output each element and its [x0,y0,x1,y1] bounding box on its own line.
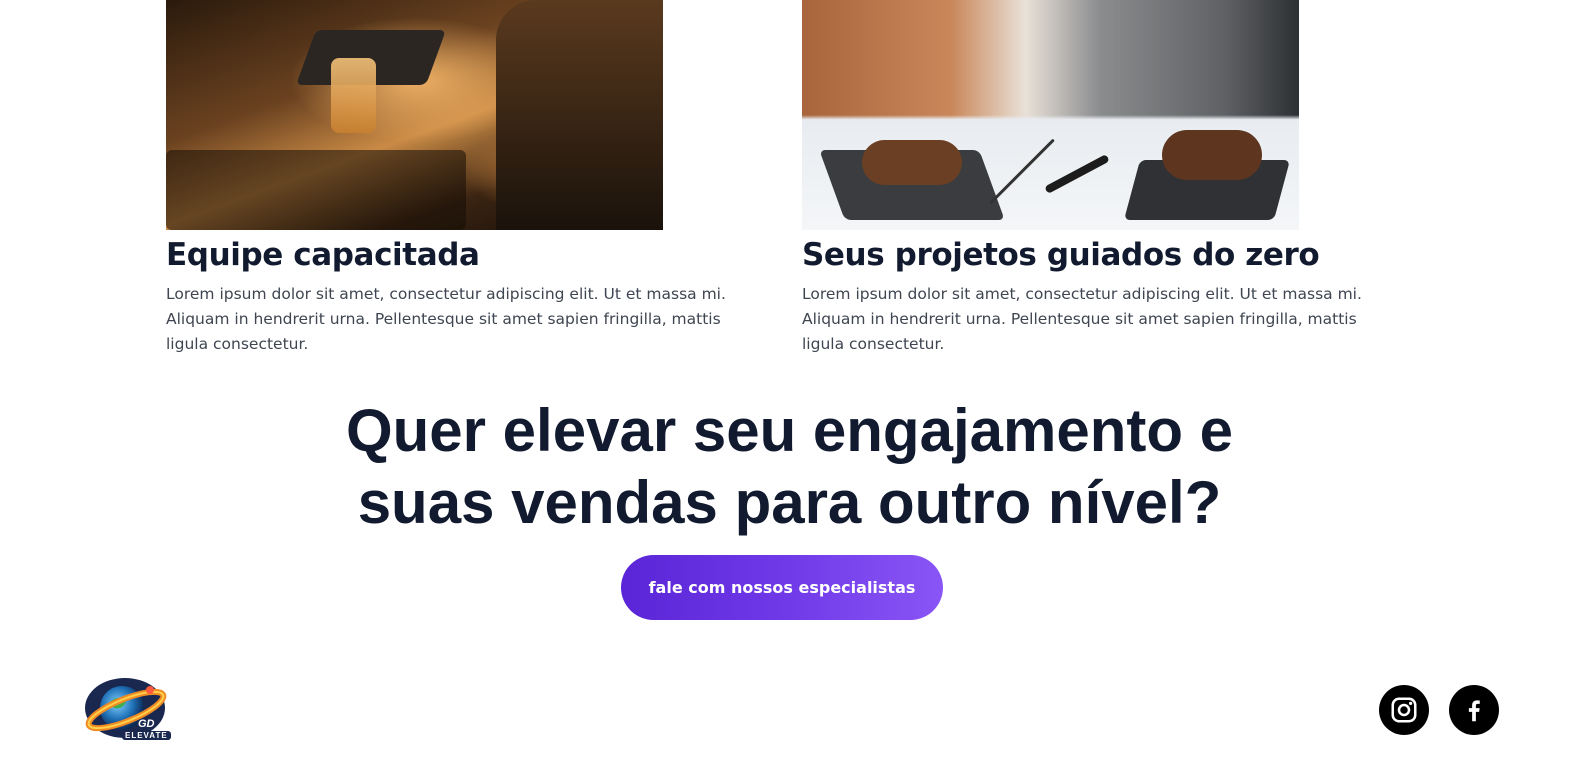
instagram-button[interactable] [1379,685,1429,735]
feature-title: Seus projetos guiados do zero [802,237,1320,273]
contact-specialists-button[interactable]: fale com nossos especialistas [621,555,943,620]
facebook-icon [1468,700,1480,722]
feature-card-team: Equipe capacitada Lorem ipsum dolor sit … [166,0,746,357]
cta-heading: Quer elevar seu engajamento e suas venda… [345,397,1234,536]
feature-card-projects: Seus projetos guiados do zero Lorem ipsu… [802,0,1382,357]
instagram-icon [1391,697,1417,723]
logo-mark: GD [138,718,155,730]
team-working-photo [166,0,663,230]
facebook-button[interactable] [1449,685,1499,735]
logo-wordmark: ELEVATE [122,731,171,740]
feature-description: Lorem ipsum dolor sit amet, consectetur … [166,285,726,353]
elevate-logo[interactable]: GD ELEVATE [80,672,171,744]
laptops-desk-photo [802,0,1299,230]
feature-title: Equipe capacitada [166,237,480,273]
feature-description: Lorem ipsum dolor sit amet, consectetur … [802,285,1362,353]
